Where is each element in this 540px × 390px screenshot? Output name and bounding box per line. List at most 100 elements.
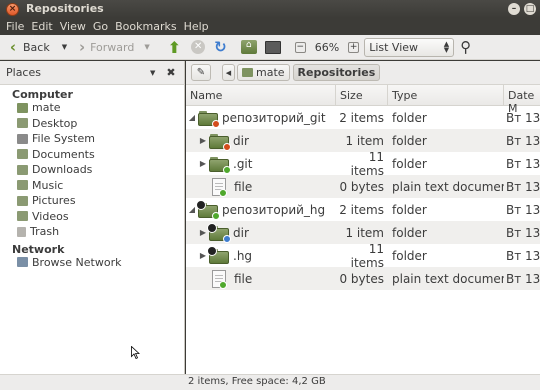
row-size: 0 bytes	[339, 271, 384, 286]
row-date: Вт 13	[506, 248, 540, 263]
hg-emblem-icon	[207, 222, 217, 233]
row-size: 11 items	[350, 149, 384, 178]
row-size: 2 items	[339, 202, 384, 217]
sidebar-item-file-system[interactable]: File System	[0, 131, 184, 147]
expander-collapsed-icon[interactable]: ▶	[197, 159, 209, 168]
edit-location-button[interactable]: ✎	[191, 64, 211, 81]
text-file-icon	[212, 269, 227, 289]
git-emblem-icon	[212, 119, 220, 128]
stop-icon[interactable]: ✕	[191, 40, 206, 54]
menu-view[interactable]: View	[58, 18, 91, 35]
sidebar-item-label: File System	[32, 132, 95, 146]
table-row[interactable]: ▶ .git 11 items folder Вт 13	[186, 149, 540, 178]
column-headers: Name Size Type Date M	[186, 85, 540, 115]
menu-file[interactable]: File	[4, 18, 29, 35]
table-row[interactable]: ▶ .hg 11 items folder Вт 13	[186, 241, 540, 270]
folder-icon	[198, 110, 220, 128]
text-file-icon	[212, 177, 227, 197]
sidebar-item-music[interactable]: Music	[0, 178, 184, 194]
home-folder-icon[interactable]: ⌂	[240, 40, 257, 54]
menu-help[interactable]: Help	[182, 18, 214, 35]
sidebar-item-trash[interactable]: Trash	[0, 224, 184, 240]
pencil-icon: ✎	[196, 67, 206, 78]
sidebar-item-videos[interactable]: Videos	[0, 209, 184, 225]
toolbar: ‹ Back ▼ › Forward ▼ ⬆ ✕ ↻ ⌂ − 66% + Lis…	[0, 35, 540, 60]
search-icon[interactable]: ⚲	[460, 38, 471, 56]
hg-emblem-icon	[196, 199, 206, 210]
breadcrumb-mate[interactable]: mate	[237, 64, 290, 81]
back-arrow-icon: ‹	[9, 38, 17, 56]
sidebar-item-desktop[interactable]: Desktop	[0, 116, 184, 132]
forward-button[interactable]: › Forward ▼	[77, 38, 150, 56]
unversioned-emblem-icon	[223, 234, 231, 243]
sidebar-header: Places ▼ ✖	[0, 61, 185, 85]
documents-folder-icon	[17, 149, 28, 160]
row-size: 1 item	[345, 133, 384, 148]
row-size: 2 items	[339, 110, 384, 125]
sidebar-item-pictures[interactable]: Pictures	[0, 193, 184, 209]
table-row[interactable]: file 0 bytes plain text document Вт 13	[186, 267, 540, 290]
sidebar-item-documents[interactable]: Documents	[0, 147, 184, 163]
column-name[interactable]: Name	[186, 85, 336, 105]
menu-go[interactable]: Go	[91, 18, 113, 35]
sidebar-item-label: Desktop	[32, 116, 78, 130]
forward-arrow-icon: ›	[79, 38, 86, 56]
zoom-out-icon[interactable]: −	[294, 41, 306, 53]
row-type: folder	[392, 248, 427, 263]
sidebar-item-mate[interactable]: mate	[0, 100, 184, 116]
expander-expanded-icon[interactable]: ◢	[186, 113, 198, 122]
row-type: folder	[392, 225, 427, 240]
row-name: .hg	[233, 248, 253, 263]
row-type: folder	[392, 133, 427, 148]
menu-bookmarks[interactable]: Bookmarks	[113, 18, 181, 35]
folder-icon	[209, 156, 231, 174]
row-name: dir	[233, 225, 249, 240]
desktop-folder-icon	[17, 118, 28, 129]
table-row[interactable]: file 0 bytes plain text document Вт 13	[186, 175, 540, 198]
row-date: Вт 13	[506, 179, 540, 194]
row-name: file	[234, 271, 253, 286]
table-row[interactable]: ◢ репозиторий_hg 2 items folder Вт 13	[186, 198, 540, 221]
sidebar-type-dropdown-icon[interactable]: ▼	[150, 69, 155, 77]
row-name: репозиторий_git	[222, 110, 326, 125]
row-date: Вт 13	[506, 133, 540, 148]
computer-icon[interactable]	[264, 40, 281, 54]
zoom-level: 66%	[314, 40, 340, 54]
sidebar-item-downloads[interactable]: Downloads	[0, 162, 184, 178]
sidebar-section-network: Network	[12, 242, 65, 256]
reload-icon[interactable]: ↻	[214, 38, 227, 56]
table-row[interactable]: ◢ репозиторий_git 2 items folder Вт 13	[186, 106, 540, 129]
sidebar-item-label: Documents	[32, 147, 95, 161]
breadcrumb-repositories[interactable]: Repositories	[292, 64, 381, 81]
up-arrow-icon[interactable]: ⬆	[168, 38, 181, 57]
sidebar-places-select[interactable]: Places	[6, 66, 146, 79]
close-window-button[interactable]: ×	[6, 3, 19, 16]
back-label: Back	[23, 40, 50, 54]
maximize-icon[interactable]: □	[524, 3, 536, 15]
path-scroll-left-button[interactable]: ◀	[222, 64, 235, 81]
column-date[interactable]: Date M	[504, 85, 540, 115]
path-bar: ✎ ◀ mate Repositories	[186, 61, 540, 85]
row-size: 11 items	[350, 241, 384, 270]
sidebar-item-label: Videos	[32, 209, 69, 223]
expander-collapsed-icon[interactable]: ▶	[197, 136, 209, 145]
forward-label: Forward	[90, 40, 135, 54]
breadcrumb-repositories-label: Repositories	[297, 66, 376, 79]
folder-icon	[207, 222, 231, 243]
column-type[interactable]: Type	[388, 85, 504, 105]
sidebar-item-label: Music	[32, 178, 64, 192]
row-name: .git	[233, 156, 253, 171]
close-sidebar-icon[interactable]: ✖	[166, 66, 175, 79]
forward-history-dropdown-icon[interactable]: ▼	[144, 43, 149, 51]
row-type: plain text document	[392, 271, 504, 286]
column-size[interactable]: Size	[336, 85, 388, 105]
sidebar-item-browse-network[interactable]: Browse Network	[0, 255, 184, 271]
menu-edit[interactable]: Edit	[29, 18, 57, 35]
window-title: Repositories	[26, 2, 104, 15]
hg-emblem-icon	[207, 245, 217, 256]
view-mode-select[interactable]: List View ▲ ▼	[364, 37, 455, 57]
zoom-in-icon[interactable]: +	[348, 41, 360, 53]
back-history-dropdown-icon[interactable]: ▼	[62, 43, 67, 51]
minimize-icon[interactable]: –	[508, 3, 520, 15]
back-button[interactable]: ‹ Back ▼	[7, 38, 67, 56]
